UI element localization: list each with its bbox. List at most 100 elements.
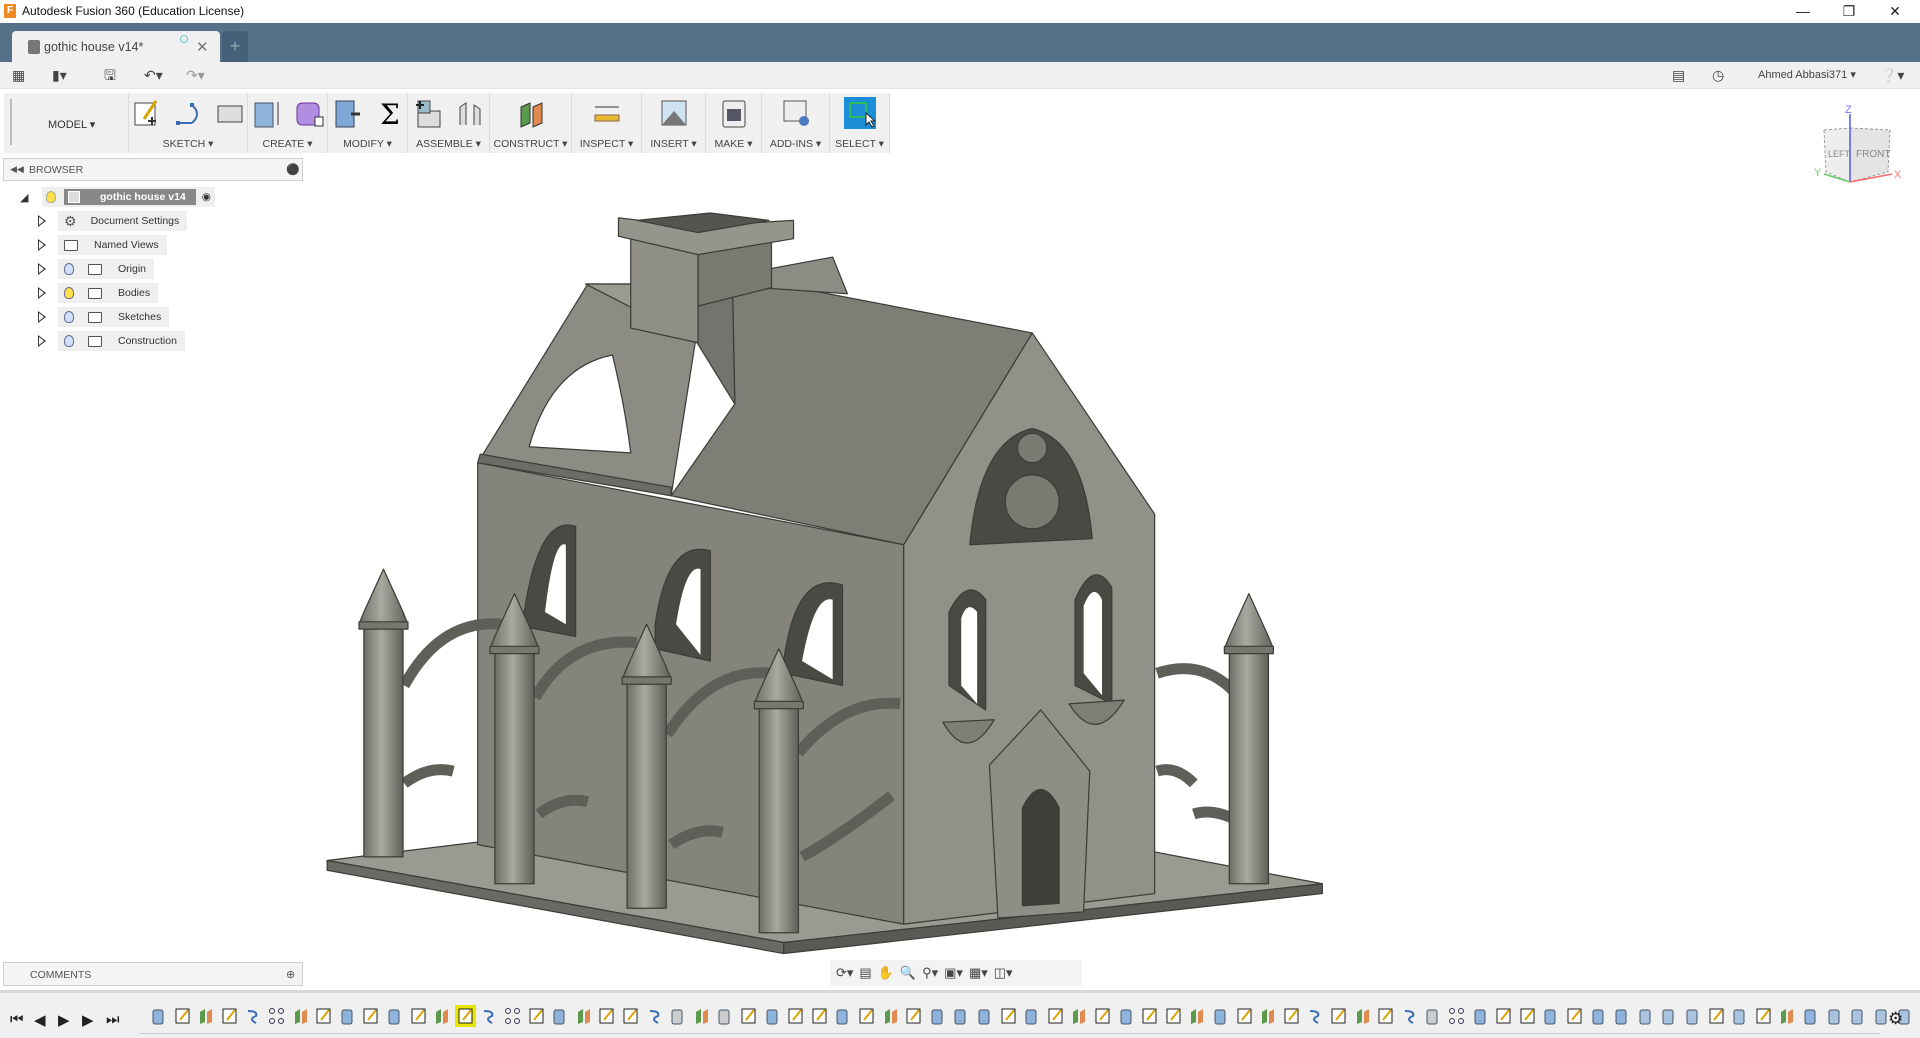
timeline-feature-revolve[interactable] (1306, 1007, 1323, 1025)
timeline-feature-plane[interactable] (575, 1007, 592, 1025)
timeline-feature-extrude[interactable] (834, 1007, 851, 1025)
timeline-feature-plane[interactable] (693, 1007, 710, 1025)
step-back-icon[interactable]: ◀ (34, 1011, 46, 1029)
timeline-feature-sketch[interactable] (1708, 1007, 1725, 1025)
timeline-feature-pattern[interactable] (504, 1007, 521, 1025)
timeline-feature-fillet[interactable] (1637, 1007, 1654, 1025)
zoom-icon[interactable]: 🔍 (900, 965, 916, 981)
view-cube[interactable]: LEFT FRONT Z X Y (1812, 100, 1904, 190)
timeline-feature-joint[interactable] (669, 1007, 686, 1025)
fit-icon[interactable]: ⚲▾ (922, 965, 938, 981)
timeline-feature-sketch[interactable] (362, 1007, 379, 1025)
timeline-feature-sketch[interactable] (221, 1007, 238, 1025)
timeline-feature-joint[interactable] (716, 1007, 733, 1025)
timeline-feature-extrude[interactable] (952, 1007, 969, 1025)
timeline-feature-fillet[interactable] (1660, 1007, 1677, 1025)
timeline-feature-fillet[interactable] (1826, 1007, 1843, 1025)
timeline-feature-sketch[interactable] (1094, 1007, 1111, 1025)
timeline-feature-extrude[interactable] (764, 1007, 781, 1025)
timeline-feature-plane[interactable] (882, 1007, 899, 1025)
timeline-feature-sketch[interactable] (1236, 1007, 1253, 1025)
play-icon[interactable]: ▶ (58, 1011, 70, 1029)
axis-z-label: Z (1845, 104, 1852, 116)
timeline-feature-extrude[interactable] (1118, 1007, 1135, 1025)
timeline-feature-extrude[interactable] (929, 1007, 946, 1025)
timeline-feature-revolve[interactable] (646, 1007, 663, 1025)
timeline-settings-icon[interactable]: ⚙ (1888, 1009, 1903, 1029)
timeline-feature-fillet[interactable] (1684, 1007, 1701, 1025)
timeline-feature-plane[interactable] (1259, 1007, 1276, 1025)
timeline-feature-sketch[interactable] (1283, 1007, 1300, 1025)
pan-icon[interactable]: ✋ (878, 965, 894, 981)
timeline-feature-revolve[interactable] (244, 1007, 261, 1025)
timeline-feature-pattern[interactable] (1448, 1007, 1465, 1025)
axis-y-label: Y (1814, 167, 1822, 179)
timeline-feature-sketch[interactable] (1141, 1007, 1158, 1025)
timeline-feature-plane[interactable] (1070, 1007, 1087, 1025)
timeline-feature-plane[interactable] (197, 1007, 214, 1025)
3d-viewport[interactable] (0, 0, 1920, 1038)
axis-x-label: X (1894, 169, 1902, 181)
timeline-feature-sketch[interactable] (598, 1007, 615, 1025)
timeline-feature-sketch[interactable] (1755, 1007, 1772, 1025)
timeline-feature-fillet[interactable] (1849, 1007, 1866, 1025)
gothic-house-model[interactable] (326, 212, 1323, 955)
step-forward-icon[interactable]: ▶ (82, 1011, 94, 1029)
timeline-feature-sketch[interactable] (811, 1007, 828, 1025)
timeline-feature-sketch[interactable] (1000, 1007, 1017, 1025)
timeline-feature-extrude[interactable] (150, 1007, 167, 1025)
timeline-feature-extrude[interactable] (1802, 1007, 1819, 1025)
timeline-feature-sketch[interactable] (1519, 1007, 1536, 1025)
grid-icon[interactable]: ▦▾ (969, 965, 988, 981)
timeline-feature-plane[interactable] (292, 1007, 309, 1025)
timeline-feature-sketch[interactable] (528, 1007, 545, 1025)
timeline-feature-sketch[interactable] (1165, 1007, 1182, 1025)
timeline-feature-joint[interactable] (1424, 1007, 1441, 1025)
view-cube-left[interactable]: LEFT (1828, 149, 1851, 159)
timeline-feature-extrude[interactable] (1613, 1007, 1630, 1025)
timeline: ⏮ ◀ ▶ ▶ ⏭ ⚙ (0, 990, 1920, 1038)
timeline-feature-sketch[interactable] (315, 1007, 332, 1025)
pillar (621, 623, 672, 909)
orbit-icon[interactable]: ⟳▾ (836, 965, 853, 981)
timeline-feature-revolve[interactable] (480, 1007, 497, 1025)
timeline-feature-pattern[interactable] (268, 1007, 285, 1025)
timeline-feature-revolve[interactable] (1401, 1007, 1418, 1025)
timeline-feature-plane[interactable] (433, 1007, 450, 1025)
timeline-feature-sketch[interactable] (858, 1007, 875, 1025)
timeline-feature-extrude[interactable] (386, 1007, 403, 1025)
timeline-feature-extrude[interactable] (1023, 1007, 1040, 1025)
go-to-end-icon[interactable]: ⏭ (106, 1011, 120, 1028)
timeline-feature-plane[interactable] (1354, 1007, 1371, 1025)
timeline-feature-extrude[interactable] (339, 1007, 356, 1025)
timeline-feature-sketch[interactable] (740, 1007, 757, 1025)
timeline-feature-extrude[interactable] (551, 1007, 568, 1025)
timeline-feature-extrude[interactable] (1472, 1007, 1489, 1025)
look-at-icon[interactable]: ▤ (859, 965, 871, 981)
timeline-feature-plane[interactable] (1188, 1007, 1205, 1025)
timeline-feature-sketch[interactable] (905, 1007, 922, 1025)
timeline-feature-extrude[interactable] (976, 1007, 993, 1025)
timeline-feature-sketch[interactable] (454, 1005, 476, 1027)
view-cube-front[interactable]: FRONT (1856, 149, 1890, 160)
timeline-feature-sketch[interactable] (1377, 1007, 1394, 1025)
timeline-feature-fillet[interactable] (1731, 1007, 1748, 1025)
timeline-feature-extrude[interactable] (1212, 1007, 1229, 1025)
display-settings-icon[interactable]: ▣▾ (944, 965, 963, 981)
timeline-feature-extrude[interactable] (1590, 1007, 1607, 1025)
timeline-feature-sketch[interactable] (1330, 1007, 1347, 1025)
timeline-feature-sketch[interactable] (410, 1007, 427, 1025)
timeline-rail[interactable] (140, 1033, 1880, 1034)
pillar (753, 648, 804, 934)
timeline-feature-extrude[interactable] (1542, 1007, 1559, 1025)
timeline-feature-sketch[interactable] (622, 1007, 639, 1025)
go-to-start-icon[interactable]: ⏮ (10, 1011, 24, 1028)
timeline-feature-sketch[interactable] (1495, 1007, 1512, 1025)
timeline-feature-plane[interactable] (1778, 1007, 1795, 1025)
timeline-feature-sketch[interactable] (1047, 1007, 1064, 1025)
timeline-feature-sketch[interactable] (1566, 1007, 1583, 1025)
pillar (489, 593, 540, 885)
timeline-feature-sketch[interactable] (174, 1007, 191, 1025)
timeline-feature-sketch[interactable] (787, 1007, 804, 1025)
viewports-icon[interactable]: ◫▾ (994, 965, 1013, 981)
